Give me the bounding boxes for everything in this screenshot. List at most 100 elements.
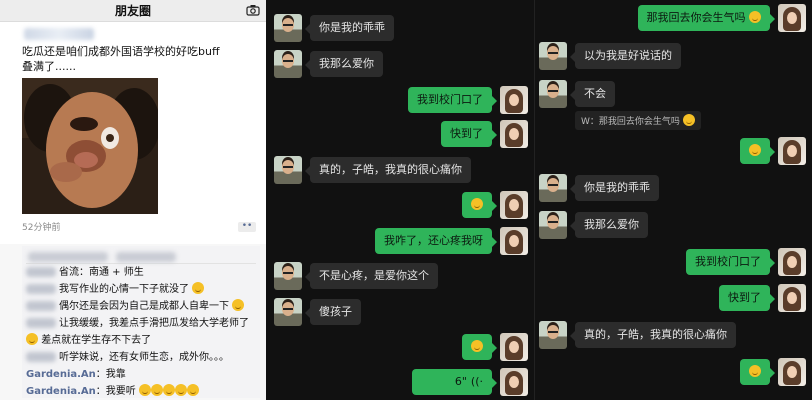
avatar[interactable] <box>500 368 528 396</box>
message-incoming[interactable]: 真的，子皓，我真的很心痛你 <box>274 156 471 184</box>
message-bubble <box>740 359 775 385</box>
post-author-blurred <box>24 28 94 40</box>
message-incoming[interactable]: 你是我的乖乖 <box>274 14 394 42</box>
emoji-icon <box>138 384 151 396</box>
likes-row-blurred <box>26 250 256 264</box>
message-outgoing[interactable] <box>740 358 806 386</box>
avatar[interactable] <box>778 4 806 32</box>
emoji-icon <box>749 144 761 156</box>
post-text: 吃瓜还是咱们成都外国语学校的好吃buff叠满了...... <box>22 45 220 73</box>
post-meta: 52分钟前 •• <box>22 220 256 233</box>
emoji-icon <box>471 340 483 352</box>
chat-pane-1: 你是我的乖乖 我那么爱你 我到校门口了 快到了 真的，子皓，我真的很心痛你 我咋… <box>266 0 534 400</box>
message-incoming[interactable]: 你是我的乖乖 <box>539 174 659 202</box>
comment-text: 我写作业的心情一下子就没了 <box>59 284 189 295</box>
message-bubble: 我到校门口了 <box>686 249 775 275</box>
post-photo-image <box>22 78 158 214</box>
message-incoming[interactable]: 以为我是好说话的 <box>539 42 681 70</box>
message-outgoing[interactable] <box>462 191 528 219</box>
comment-item[interactable]: 我写作业的心情一下子就没了 <box>26 281 256 298</box>
message-outgoing[interactable]: 快到了 <box>441 120 528 148</box>
avatar[interactable] <box>274 298 302 326</box>
comment-text: 差点就在学生存不下去了 <box>41 335 152 346</box>
message-bubble <box>740 138 775 164</box>
avatar[interactable] <box>500 191 528 219</box>
emoji-icon <box>232 299 245 311</box>
emoji-icon <box>471 198 483 210</box>
message-bubble: 不会 <box>570 81 615 107</box>
message-bubble: 傻孩子 <box>305 299 361 325</box>
message-outgoing-voice[interactable]: 6" ((· <box>412 368 528 396</box>
avatar[interactable] <box>274 14 302 42</box>
message-text: 那我回去你会生气吗 <box>646 11 746 24</box>
message-bubble: 我到校门口了 <box>408 87 497 113</box>
post-photo[interactable] <box>22 78 158 214</box>
emoji-icon <box>26 333 38 345</box>
comment-text: 让我缓缓，我差点手滑把瓜发给大学老师了 <box>59 318 249 329</box>
moments-title: 朋友圈 <box>114 4 151 18</box>
comment-item-continued[interactable]: 差点就在学生存不下去了 <box>26 332 256 349</box>
message-bubble: 真的，子皓，我真的很心痛你 <box>305 157 471 183</box>
message-outgoing[interactable]: 我咋了，还心疼我呀 <box>375 227 528 255</box>
message-bubble <box>462 334 497 360</box>
message-bubble: 我那么爱你 <box>570 212 648 238</box>
avatar[interactable] <box>500 120 528 148</box>
avatar[interactable] <box>539 321 567 349</box>
avatar[interactable] <box>778 358 806 386</box>
quote-text: W：那我回去你会生气吗 <box>581 117 680 127</box>
commenter-blurred <box>26 284 56 294</box>
comment-item[interactable]: 省流：南通 + 师生 <box>26 264 256 281</box>
message-incoming[interactable]: 我那么爱你 <box>274 50 383 78</box>
avatar[interactable] <box>778 248 806 276</box>
avatar[interactable] <box>274 156 302 184</box>
message-bubble: 那我回去你会生气吗 <box>637 5 775 31</box>
comment-item[interactable]: Gardenia.An：我靠 <box>26 366 256 383</box>
avatar[interactable] <box>539 211 567 239</box>
comment-item[interactable]: 听学妹说，还有女师生恋，成外你。。。 <box>26 349 256 366</box>
message-outgoing[interactable] <box>462 333 528 361</box>
avatar[interactable] <box>539 174 567 202</box>
message-outgoing[interactable]: 快到了 <box>719 284 806 312</box>
message-outgoing[interactable]: 那我回去你会生气吗 <box>637 4 806 32</box>
voice-duration: 6" <box>454 375 467 388</box>
avatar[interactable] <box>539 80 567 108</box>
message-incoming[interactable]: 真的，子皓，我真的很心痛你 <box>539 321 736 349</box>
post-more-button[interactable]: •• <box>238 221 256 232</box>
comment-text: ：我要听 <box>95 386 136 397</box>
quoted-reply[interactable]: W：那我回去你会生气吗 <box>575 111 701 130</box>
comment-item[interactable]: Gardenia.An：我要听 <box>26 383 256 400</box>
avatar[interactable] <box>500 86 528 114</box>
emoji-icon <box>749 365 761 377</box>
emoji-icon <box>749 11 761 23</box>
chat-pane-2: 那我回去你会生气吗 以为我是好说话的 不会 W：那我回去你会生气吗 你是我的乖乖… <box>534 0 812 400</box>
camera-icon[interactable] <box>246 4 260 16</box>
commenter-blurred <box>26 301 56 311</box>
voice-wave-icon: ((· <box>470 375 483 388</box>
avatar[interactable] <box>539 42 567 70</box>
message-incoming[interactable]: 我那么爱你 <box>539 211 648 239</box>
comment-item[interactable]: 偶尔还是会因为自己是成都人自卑一下 <box>26 298 256 315</box>
emoji-icon <box>162 384 175 396</box>
avatar[interactable] <box>274 50 302 78</box>
message-outgoing[interactable]: 我到校门口了 <box>686 248 806 276</box>
message-outgoing[interactable] <box>740 137 806 165</box>
message-incoming[interactable]: 不会 <box>539 80 615 108</box>
emoji-icon <box>186 384 199 396</box>
message-bubble: 快到了 <box>719 285 775 311</box>
commenter-blurred <box>26 318 56 328</box>
avatar[interactable] <box>778 284 806 312</box>
commenter-name[interactable]: Gardenia.An <box>26 369 96 380</box>
avatar[interactable] <box>500 333 528 361</box>
avatar[interactable] <box>778 137 806 165</box>
message-bubble: 我那么爱你 <box>305 51 383 77</box>
comment-item[interactable]: 让我缓缓，我差点手滑把瓜发给大学老师了 <box>26 315 256 332</box>
avatar[interactable] <box>500 227 528 255</box>
avatar[interactable] <box>274 262 302 290</box>
message-incoming[interactable]: 傻孩子 <box>274 298 361 326</box>
moments-panel: 朋友圈 吃瓜还是咱们成都外国语学校的好吃buff叠满了...... 52分钟前 … <box>0 0 266 400</box>
commenter-name[interactable]: Gardenia.An <box>26 386 96 397</box>
message-outgoing[interactable]: 我到校门口了 <box>408 86 528 114</box>
message-incoming[interactable]: 不是心疼，是爱你这个 <box>274 262 438 290</box>
message-bubble: 真的，子皓，我真的很心痛你 <box>570 322 736 348</box>
voice-message-bubble[interactable]: 6" ((· <box>412 369 497 395</box>
